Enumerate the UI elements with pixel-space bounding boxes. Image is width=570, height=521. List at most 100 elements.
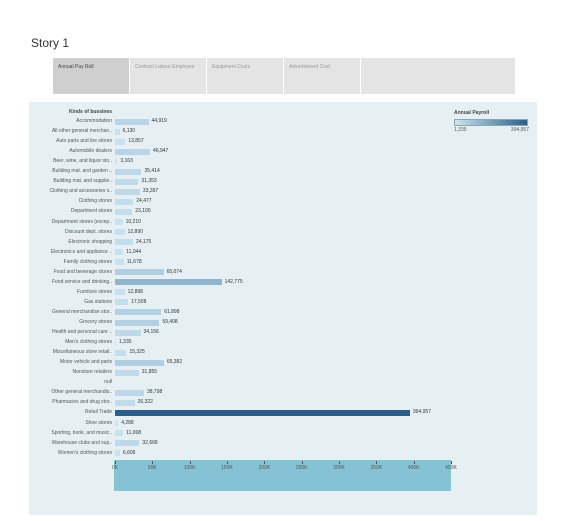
bar[interactable]	[115, 208, 133, 215]
tab-contract-labour-employee[interactable]: Contract Labour Employee	[130, 58, 207, 94]
row-label: Nonstore retailers	[72, 369, 112, 376]
row-label: Women's clothing stores	[57, 449, 112, 456]
x-axis-tick	[227, 461, 228, 464]
color-legend[interactable]: Annual Payroll 1,335 394,957	[454, 110, 529, 133]
x-axis-tick-label: 50K	[147, 465, 157, 471]
bar[interactable]	[115, 198, 134, 205]
bar-value-label: 24,477	[136, 198, 152, 205]
bar[interactable]	[115, 299, 129, 306]
story-tab-bar: Annual Pay Roll Contract Labour Employee…	[53, 58, 515, 94]
bar[interactable]	[115, 430, 124, 437]
row-label: Accommodation	[76, 118, 112, 124]
bar-value-label: 11,678	[126, 258, 142, 265]
bar-value-label: 61,898	[164, 308, 180, 315]
bar[interactable]	[115, 279, 222, 286]
bar[interactable]	[115, 450, 120, 457]
bar[interactable]	[115, 399, 135, 406]
row-label: Other general merchandis..	[51, 389, 112, 396]
tab-label: Advertisment Cost	[289, 64, 330, 70]
bar[interactable]	[115, 389, 144, 396]
row-label: Beer, wine, and liquor sto..	[53, 158, 112, 165]
bar-value-label: 26,322	[137, 399, 153, 406]
bar[interactable]	[115, 309, 162, 316]
legend-title: Annual Payroll	[454, 110, 490, 116]
bar[interactable]	[115, 359, 164, 366]
legend-max-label: 394,957	[510, 127, 529, 133]
row-label: Building mat. and supplie..	[53, 178, 112, 185]
bar[interactable]	[115, 118, 149, 125]
tab-annual-pay-roll[interactable]: Annual Pay Roll	[53, 58, 130, 94]
tab-label: Equipment Costs	[212, 64, 251, 70]
row-label: Family clothing stores	[63, 258, 112, 265]
dimension-header: Kinds of bussines	[68, 109, 112, 115]
row-label: Department stores	[70, 208, 112, 215]
legend-min-label: 1,335	[454, 127, 467, 133]
row-label: Clothing and accessories s..	[49, 188, 112, 195]
bar-value-label: 142,775	[224, 278, 243, 285]
bar[interactable]	[115, 409, 410, 416]
bar-value-label: 10,210	[125, 218, 141, 225]
row-label: Food service and drinking..	[51, 278, 112, 285]
x-axis-tick	[152, 461, 154, 464]
row-label: Health and personal care ..	[51, 329, 112, 336]
story-title: Story 1	[31, 36, 70, 50]
bar[interactable]	[115, 369, 139, 376]
legend-color-ramp	[454, 119, 528, 126]
bar[interactable]	[115, 158, 118, 165]
row-label: All other general merchan..	[51, 128, 112, 135]
x-axis-tick	[189, 461, 191, 464]
row-label: Food and beverage stores	[53, 268, 112, 275]
bar[interactable]	[115, 319, 160, 326]
bar-value-label: 12,890	[127, 228, 143, 235]
bar[interactable]	[115, 440, 140, 447]
bar-value-label: 34,156	[143, 329, 159, 336]
bar[interactable]	[115, 148, 151, 155]
row-label: Discount dept. stores	[65, 228, 112, 235]
bar-value-label: 13,857	[128, 138, 144, 145]
bar[interactable]	[115, 420, 119, 426]
bar[interactable]	[115, 229, 125, 236]
tab-label: Contract Labour Employee	[135, 64, 195, 70]
row-label: Shoe stores	[85, 419, 112, 426]
bar[interactable]	[115, 168, 142, 175]
row-label: Gas stations	[84, 298, 112, 305]
bar-value-label: 24,175	[136, 238, 152, 245]
bar[interactable]	[115, 239, 134, 246]
bar-value-label: 6,130	[122, 128, 136, 135]
x-axis-tick-label: 350K	[370, 465, 383, 471]
bar[interactable]	[115, 259, 124, 266]
tab-equipment-costs[interactable]: Equipment Costs	[207, 58, 284, 94]
x-axis-tick-label: 0K	[111, 465, 119, 471]
bar-value-label: 4,288	[121, 419, 134, 426]
bar[interactable]	[115, 188, 140, 195]
bar-value-label: 11,008	[126, 429, 142, 436]
x-axis-tick-label: 150K	[221, 465, 233, 471]
bar[interactable]	[115, 289, 125, 296]
bar[interactable]	[115, 128, 120, 135]
bar[interactable]	[115, 349, 127, 356]
x-axis-tick	[413, 461, 415, 464]
x-axis-tick-label: 400K	[407, 465, 420, 471]
bar-value-label: 46,947	[153, 148, 169, 155]
bar-value-label: 6,606	[122, 449, 136, 456]
bar-value-label: 65,074	[166, 268, 182, 275]
bar-value-label: 32,668	[142, 439, 158, 446]
tab-advertisment-cost[interactable]: Advertisment Cost	[284, 58, 361, 94]
bar[interactable]	[115, 269, 164, 276]
bar[interactable]	[115, 339, 116, 346]
bar-value-label: 1,335	[119, 339, 132, 346]
bar-value-label: 15,325	[129, 349, 145, 356]
bar[interactable]	[115, 219, 123, 225]
row-label: Department stores (excep..	[51, 218, 112, 225]
bar[interactable]	[115, 138, 126, 145]
row-label: Warehouse clubs and sup..	[51, 439, 112, 446]
bar-value-label: 394,957	[412, 409, 431, 416]
row-label: Electronics and appliance ..	[50, 248, 112, 255]
bar[interactable]	[115, 249, 124, 256]
bar[interactable]	[115, 329, 141, 336]
row-label: Men's clothing stores	[65, 339, 112, 346]
row-label: null	[104, 379, 112, 386]
x-axis-tick-label: 200K	[258, 465, 271, 471]
bar-value-label: 33,397	[142, 188, 159, 195]
bar[interactable]	[115, 178, 139, 185]
